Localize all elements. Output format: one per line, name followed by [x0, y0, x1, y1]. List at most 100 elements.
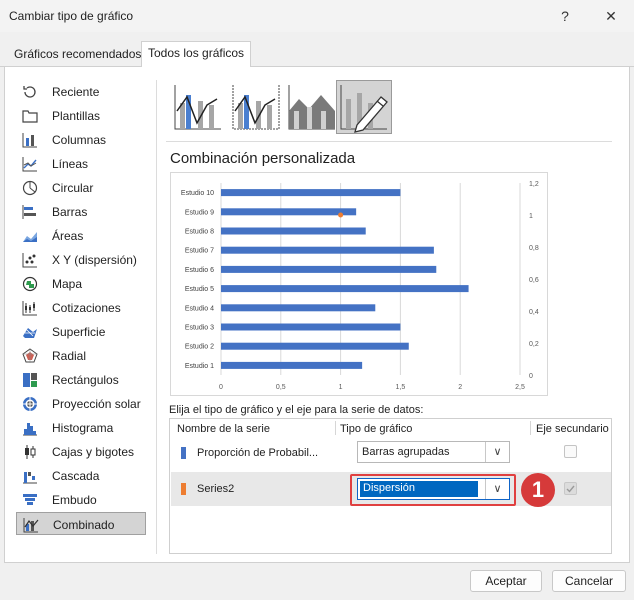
sidebar-item-embudo[interactable]: Embudo — [16, 488, 146, 511]
sidebar-item-barras[interactable]: Barras — [16, 200, 146, 223]
scatter-chart-icon — [22, 253, 37, 268]
sidebar-item-plantillas[interactable]: Plantillas — [16, 104, 146, 127]
x-tick-label: 2,5 — [515, 384, 525, 391]
sidebar-item-cajas-y-bigotes[interactable]: Cajas y bigotes — [16, 440, 146, 463]
subtype-custom-combination[interactable] — [336, 80, 392, 134]
combo-chart-icon — [23, 518, 39, 533]
sidebar-item-label: Cotizaciones — [52, 301, 121, 315]
sidebar-item-label: Líneas — [52, 157, 89, 171]
chevron-down-icon[interactable]: ∨ — [485, 442, 509, 462]
sidebar-item-label: Cajas y bigotes — [52, 445, 135, 459]
combo-column-line-secondary-icon — [232, 85, 280, 130]
x-tick-label: 0 — [219, 384, 223, 391]
series-name: Series2 — [197, 483, 235, 495]
sidebar-item-label: Áreas — [52, 229, 84, 243]
sidebar-item-histograma[interactable]: Histograma — [16, 416, 146, 439]
x-tick-label: 2 — [458, 384, 462, 391]
subtype-column-line-secondary[interactable] — [228, 80, 284, 134]
bar — [221, 265, 437, 273]
sunburst-chart-icon — [23, 397, 37, 411]
series-name: Proporción de Probabil... — [197, 447, 319, 459]
secondary-axis-checkbox[interactable] — [564, 482, 577, 495]
sidebar-item-proyeccion-solar[interactable]: Proyección solar — [16, 392, 146, 415]
tab-all-charts[interactable]: Todos los gráficos — [141, 41, 252, 68]
tab-recommended-charts[interactable]: Gráficos recomendados — [8, 43, 147, 67]
sidebar-item-label: Proyección solar — [52, 397, 141, 411]
funnel-chart-icon — [23, 494, 37, 505]
x-tick-label: 1 — [339, 384, 343, 391]
category-label: Estudio 3 — [185, 325, 214, 332]
category-label: Estudio 7 — [185, 248, 214, 255]
sidebar-item-label: Embudo — [52, 493, 97, 507]
sidebar-item-cascada[interactable]: Cascada — [16, 464, 146, 487]
divider — [156, 80, 157, 554]
series-color-swatch — [181, 483, 186, 495]
sidebar-item-xy-dispersion[interactable]: X Y (dispersión) — [16, 248, 146, 271]
category-label: Estudio 4 — [185, 305, 214, 312]
y2-tick-label: 0,6 — [529, 277, 539, 284]
sidebar-item-mapa[interactable]: Mapa — [16, 272, 146, 295]
secondary-axis-checkbox[interactable] — [564, 445, 577, 458]
column-header-chart-type: Tipo de gráfico — [340, 423, 413, 435]
ok-button[interactable]: Aceptar — [470, 570, 542, 592]
sidebar-item-lineas[interactable]: Líneas — [16, 152, 146, 175]
bar — [221, 189, 401, 197]
help-button[interactable]: ? — [554, 5, 576, 27]
waterfall-chart-icon — [23, 472, 37, 484]
y2-tick-label: 0 — [529, 373, 533, 380]
category-label: Estudio 10 — [181, 190, 214, 197]
tab-strip: Gráficos recomendados Todos los gráficos — [0, 40, 634, 68]
category-label: Estudio 6 — [185, 267, 214, 274]
subtype-area-column[interactable] — [284, 80, 340, 134]
sidebar-item-cotizaciones[interactable]: Cotizaciones — [16, 296, 146, 319]
sidebar-item-areas[interactable]: Áreas — [16, 224, 146, 247]
chart-type-select[interactable]: Barras agrupadas ∨ — [357, 441, 510, 463]
bar — [221, 227, 366, 235]
subtype-column-line[interactable] — [170, 80, 226, 134]
category-label: Estudio 1 — [185, 363, 214, 370]
sidebar-item-label: Combinado — [53, 518, 115, 532]
sidebar-item-circular[interactable]: Circular — [16, 176, 146, 199]
chart-type-value: Barras agrupadas — [362, 446, 450, 458]
y2-tick-label: 1 — [529, 213, 533, 220]
dialog-title: Cambiar tipo de gráfico — [9, 9, 134, 23]
combo-area-column-icon — [288, 85, 335, 130]
box-whisker-chart-icon — [25, 445, 36, 459]
sidebar-item-columnas[interactable]: Columnas — [16, 128, 146, 151]
bar — [221, 208, 357, 216]
sidebar-item-rectangulos[interactable]: Rectángulos — [16, 368, 146, 391]
callout-badge: 1 — [521, 473, 555, 507]
column-divider — [335, 421, 336, 435]
stock-chart-icon — [22, 301, 37, 316]
surface-chart-icon — [23, 328, 37, 338]
sidebar-item-superficie[interactable]: Superficie — [16, 320, 146, 343]
sidebar-item-radial[interactable]: Radial — [16, 344, 146, 367]
checkmark-icon — [566, 485, 575, 493]
sidebar-item-label: Plantillas — [52, 109, 101, 123]
combo-column-line-icon — [174, 85, 221, 130]
column-chart-icon — [22, 133, 37, 148]
x-tick-label: 0,5 — [276, 384, 286, 391]
cancel-button[interactable]: Cancelar — [552, 570, 626, 592]
sidebar-item-label: Mapa — [52, 277, 83, 291]
sidebar-item-label: Histograma — [52, 421, 114, 435]
sidebar-item-reciente[interactable]: Reciente — [16, 80, 146, 103]
sidebar-item-combinado[interactable]: Combinado — [16, 512, 146, 535]
callout-highlight-box — [350, 474, 516, 506]
sidebar-item-label: Rectángulos — [52, 373, 119, 387]
sidebar-item-label: Reciente — [52, 85, 100, 99]
y2-tick-label: 0,8 — [529, 245, 539, 252]
bar — [221, 285, 469, 293]
sidebar-item-label: Cascada — [52, 469, 100, 483]
column-header-secondary-axis: Eje secundario — [536, 423, 609, 435]
custom-combo-icon — [340, 85, 388, 133]
category-label: Estudio 9 — [185, 209, 214, 216]
bar — [221, 304, 376, 312]
y2-tick-label: 0,4 — [529, 309, 539, 316]
bar — [221, 361, 363, 369]
category-label: Estudio 2 — [185, 344, 214, 351]
close-button[interactable]: ✕ — [600, 5, 622, 27]
histogram-chart-icon — [23, 423, 37, 436]
chart-preview: 0 0,5 1 1,5 2 2,5 0 0,2 0,4 0,6 0,8 1 1,2 Estudio 1 Es… — [170, 172, 548, 396]
divider — [166, 141, 612, 142]
